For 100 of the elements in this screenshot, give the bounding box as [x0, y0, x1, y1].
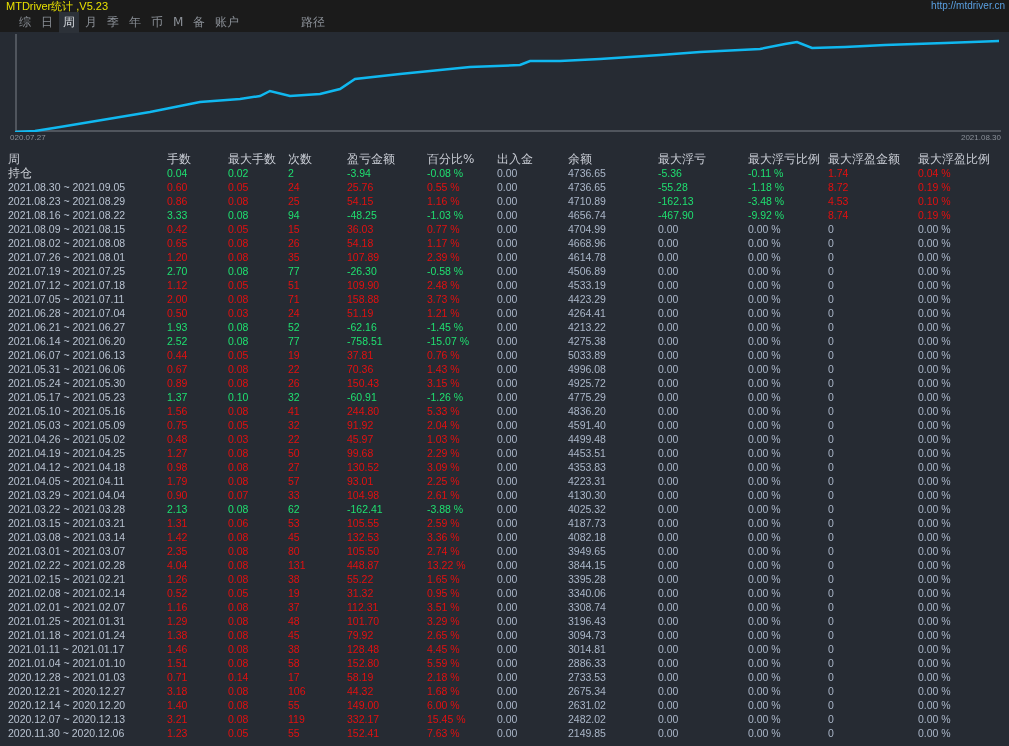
- table-cell: 4836.20: [568, 404, 606, 418]
- period-tab[interactable]: 季: [103, 11, 123, 33]
- table-cell: 2021.03.29 ~ 2021.04.04: [8, 488, 126, 502]
- table-cell: 5033.89: [568, 348, 606, 362]
- table-cell: 2.52: [167, 334, 188, 348]
- table-cell: 2.00: [167, 292, 188, 306]
- table-cell: 0.00: [497, 614, 518, 628]
- table-cell: 0: [828, 306, 834, 320]
- table-cell: 17: [288, 670, 300, 684]
- table-cell: 62: [288, 502, 300, 516]
- path-tab[interactable]: 路径: [297, 11, 330, 33]
- table-cell: 2021.04.26 ~ 2021.05.02: [8, 432, 126, 446]
- table-cell: 0.08: [228, 334, 249, 348]
- period-tab[interactable]: M: [169, 13, 188, 31]
- table-cell: 0.00: [497, 684, 518, 698]
- table-cell: 0.00 %: [918, 460, 951, 474]
- table-cell: 0: [828, 656, 834, 670]
- table-cell: 0.08: [228, 474, 249, 488]
- period-tab[interactable]: 周: [59, 11, 79, 33]
- table-cell: 77: [288, 264, 300, 278]
- table-cell: 1.79: [167, 474, 188, 488]
- period-tab[interactable]: 币: [147, 11, 167, 33]
- table-cell: 25.76: [347, 180, 374, 194]
- table-cell: 0.00: [658, 572, 679, 586]
- table-cell: 79.92: [347, 628, 374, 642]
- table-cell: 0.00: [497, 236, 518, 250]
- table-cell: 0.00 %: [748, 600, 781, 614]
- table-cell: 38: [288, 642, 300, 656]
- table-cell: 132.53: [347, 530, 380, 544]
- table-cell: -1.03 %: [427, 208, 464, 222]
- table-cell: 4656.74: [568, 208, 606, 222]
- table-cell: 2021.02.01 ~ 2021.02.07: [8, 600, 126, 614]
- table-cell: 2021.07.19 ~ 2021.07.25: [8, 264, 126, 278]
- table-cell: 0.00 %: [748, 278, 781, 292]
- table-cell: 0.00: [497, 544, 518, 558]
- table-cell: 3844.15: [568, 558, 606, 572]
- table-cell: 0.00 %: [748, 320, 781, 334]
- axis-label: 2021.08.30: [960, 133, 1001, 144]
- table-cell: 0.00 %: [748, 418, 781, 432]
- table-cell: 4423.29: [568, 292, 606, 306]
- table-cell: 130.52: [347, 460, 380, 474]
- table-cell: 0: [828, 264, 834, 278]
- table-cell: 3196.43: [568, 614, 606, 628]
- table-cell: 1.56: [167, 404, 188, 418]
- table-cell: 158.88: [347, 292, 380, 306]
- table-cell: 2021.05.31 ~ 2021.06.06: [8, 362, 126, 376]
- table-cell: 0.67: [167, 362, 188, 376]
- table-cell: -0.11 %: [748, 166, 784, 180]
- column-header: 百分比%: [427, 152, 475, 166]
- table-cell: 2021.03.22 ~ 2021.03.28: [8, 502, 126, 516]
- table-cell: 36.03: [347, 222, 374, 236]
- period-tab[interactable]: 日: [37, 11, 57, 33]
- table-cell: 0.00 %: [918, 558, 951, 572]
- website-link[interactable]: http://mtdriver.cn: [931, 0, 1005, 11]
- period-tab[interactable]: 备: [189, 11, 210, 33]
- table-cell: 3.29 %: [427, 614, 460, 628]
- table-cell: 0.08: [228, 194, 249, 208]
- table-cell: 2733.53: [568, 670, 606, 684]
- table-cell: 2149.85: [568, 726, 606, 740]
- table-cell: 2.18 %: [427, 670, 460, 684]
- period-tab[interactable]: 账户: [211, 11, 244, 33]
- table-cell: 0: [828, 502, 834, 516]
- table-cell: 0.00: [658, 586, 679, 600]
- table-cell: 0.00 %: [918, 474, 951, 488]
- table-cell: 0.00: [658, 726, 679, 740]
- table-cell: 4.04: [167, 558, 188, 572]
- period-tab[interactable]: 年: [125, 11, 145, 33]
- table-cell: 4614.78: [568, 250, 606, 264]
- table-cell: 0.19 %: [918, 180, 951, 194]
- period-tab[interactable]: 月: [81, 11, 101, 33]
- table-cell: 0.00 %: [918, 572, 951, 586]
- table-cell: 7.63 %: [427, 726, 460, 740]
- table-cell: 持仓: [8, 166, 32, 180]
- table-cell: 0.00: [497, 488, 518, 502]
- table-cell: 3.36 %: [427, 530, 460, 544]
- table-cell: 3340.06: [568, 586, 606, 600]
- table-cell: 0.08: [228, 684, 249, 698]
- table-cell: 4925.72: [568, 376, 606, 390]
- table-cell: 0.00 %: [748, 236, 781, 250]
- table-cell: 1.20: [167, 250, 188, 264]
- table-cell: 0.00: [658, 516, 679, 530]
- table-cell: 1.16 %: [427, 194, 460, 208]
- table-cell: 0.00: [658, 502, 679, 516]
- table-cell: 4130.30: [568, 488, 606, 502]
- table-cell: 2: [288, 166, 294, 180]
- table-cell: 0.00 %: [918, 418, 951, 432]
- table-cell: 0.04 %: [918, 166, 951, 180]
- table-cell: 4736.65: [568, 166, 606, 180]
- table-cell: 0.00: [658, 348, 679, 362]
- table-cell: 2020.12.28 ~ 2021.01.03: [8, 670, 126, 684]
- table-cell: 0: [828, 404, 834, 418]
- table-cell: 2021.05.10 ~ 2021.05.16: [8, 404, 126, 418]
- table-cell: 0.00 %: [918, 376, 951, 390]
- table-cell: 0.00 %: [918, 362, 951, 376]
- table-cell: 45.97: [347, 432, 374, 446]
- table-cell: 0.00 %: [748, 656, 781, 670]
- period-tab[interactable]: 综: [15, 11, 35, 33]
- table-cell: 2.70: [167, 264, 188, 278]
- table-cell: 0.00 %: [748, 446, 781, 460]
- table-cell: 0: [828, 726, 834, 740]
